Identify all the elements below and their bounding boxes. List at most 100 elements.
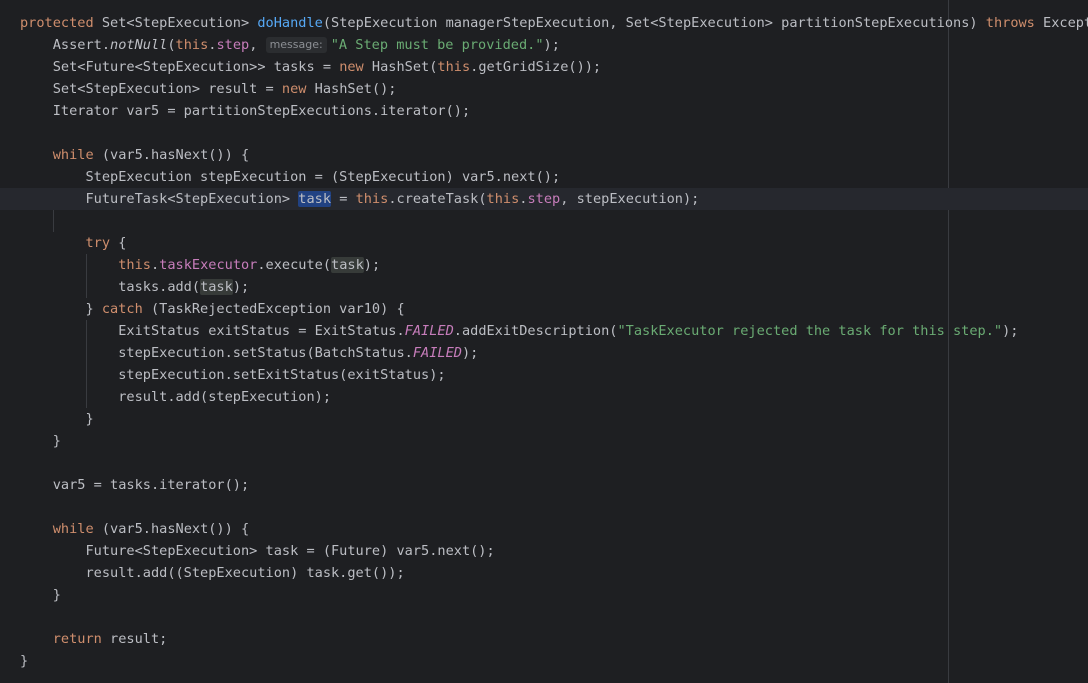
code-line-25[interactable]: Future<StepExecution> task = (Future) va… <box>0 540 1088 562</box>
code-text: Assert. <box>20 37 111 53</box>
code-line-11[interactable]: try { <box>0 232 1088 254</box>
code-text: Iterator var5 = partitionStepExecutions.… <box>20 103 471 119</box>
code-line-26[interactable]: result.add((StepExecution) task.get()); <box>0 562 1088 584</box>
code-text: tasks.add( <box>20 279 201 295</box>
field-step: step <box>216 37 250 53</box>
static-field-FAILED: FAILED <box>404 323 454 339</box>
keyword-new: new <box>281 81 307 97</box>
code-text: ); <box>461 345 479 361</box>
code-line-16[interactable]: stepExecution.setStatus(BatchStatus.FAIL… <box>0 342 1088 364</box>
code-line-9-current[interactable]: FutureTask<StepExecution> task = this.cr… <box>0 188 1088 210</box>
keyword-catch: catch <box>101 301 143 317</box>
code-text: result.add(stepExecution); <box>20 389 331 405</box>
method-notNull: notNull <box>110 37 168 53</box>
static-field-FAILED: FAILED <box>412 345 462 361</box>
code-line-1[interactable]: protected Set<StepExecution> doHandle(St… <box>0 12 1088 34</box>
keyword-while: while <box>52 147 94 163</box>
code-text: { <box>110 235 127 251</box>
code-line-21[interactable] <box>0 452 1088 474</box>
code-line-27[interactable]: } <box>0 584 1088 606</box>
code-line-23[interactable] <box>0 496 1088 518</box>
code-line-12[interactable]: this.taskExecutor.execute(task); <box>0 254 1088 276</box>
code-text: , stepExecution); <box>560 191 700 207</box>
indent-guide <box>86 254 87 276</box>
code-line-10[interactable] <box>0 210 1088 232</box>
code-text: result; <box>101 631 168 647</box>
code-text: Set<StepExecution> <box>93 15 258 31</box>
usage-highlight-task: task <box>331 257 364 273</box>
code-line-28[interactable] <box>0 606 1088 628</box>
keyword-try: try <box>85 235 111 251</box>
method-name-doHandle[interactable]: doHandle <box>257 15 322 31</box>
keyword-new: new <box>339 59 364 75</box>
code-editor[interactable]: protected Set<StepExecution> doHandle(St… <box>0 0 1088 683</box>
code-line-18[interactable]: result.add(stepExecution); <box>0 386 1088 408</box>
indent-guide <box>86 276 87 298</box>
code-text: HashSet( <box>363 59 438 75</box>
code-text: (StepExecution managerStepExecution, Set… <box>322 15 986 31</box>
code-line-5[interactable]: Iterator var5 = partitionStepExecutions.… <box>0 100 1088 122</box>
keyword-this: this <box>486 191 520 207</box>
code-text: ( <box>167 37 176 53</box>
code-text: StepExecution stepExecution = (StepExecu… <box>20 169 561 185</box>
code-text: } <box>20 411 94 427</box>
code-text: result.add((StepExecution) task.get()); <box>20 565 405 581</box>
keyword-return: return <box>52 631 102 647</box>
code-line-6[interactable] <box>0 122 1088 144</box>
code-line-17[interactable]: stepExecution.setExitStatus(exitStatus); <box>0 364 1088 386</box>
code-line-30[interactable]: } <box>0 650 1088 672</box>
field-taskExecutor: taskExecutor <box>159 257 258 273</box>
field-step: step <box>527 191 561 207</box>
code-line-8[interactable]: StepExecution stepExecution = (StepExecu… <box>0 166 1088 188</box>
keyword-protected: protected <box>20 15 94 31</box>
code-text: (var5.hasNext()) { <box>93 521 250 537</box>
code-text: } <box>20 653 29 669</box>
code-text: ); <box>1002 323 1019 339</box>
code-text: ); <box>363 257 381 273</box>
string-literal: "TaskExecutor rejected the task for this… <box>617 323 1003 339</box>
code-text: .addExitDescription( <box>453 323 618 339</box>
code-text: (TaskRejectedException var10) { <box>142 301 405 317</box>
code-line-7[interactable]: while (var5.hasNext()) { <box>0 144 1088 166</box>
usage-highlight-task: task <box>200 279 233 295</box>
code-text: HashSet(); <box>306 81 397 97</box>
keyword-this: this <box>118 257 151 273</box>
code-line-4[interactable]: Set<StepExecution> result = new HashSet(… <box>0 78 1088 100</box>
keyword-this: this <box>437 59 471 75</box>
code-text: FutureTask<StepExecution> <box>20 191 299 207</box>
code-text: } <box>20 433 61 449</box>
code-line-24[interactable]: while (var5.hasNext()) { <box>0 518 1088 540</box>
selected-identifier-task[interactable]: task <box>298 191 332 207</box>
code-text: Set<StepExecution> result = <box>20 81 282 97</box>
code-text: = <box>331 191 356 207</box>
code-text: var5 = tasks.iterator(); <box>20 477 250 493</box>
code-area[interactable]: protected Set<StepExecution> doHandle(St… <box>0 12 1088 672</box>
code-text: Set<Future<StepExecution>> tasks = <box>20 59 340 75</box>
code-text: , <box>249 37 266 53</box>
code-line-13[interactable]: tasks.add(task); <box>0 276 1088 298</box>
code-text: stepExecution.setStatus(BatchStatus. <box>20 345 413 361</box>
code-line-19[interactable]: } <box>0 408 1088 430</box>
code-line-15[interactable]: ExitStatus exitStatus = ExitStatus.FAILE… <box>0 320 1088 342</box>
keyword-while: while <box>52 521 94 537</box>
code-text: .getGridSize()); <box>470 59 602 75</box>
code-line-3[interactable]: Set<Future<StepExecution>> tasks = new H… <box>0 56 1088 78</box>
code-line-2[interactable]: Assert.notNull(this.step, message: "A Ste… <box>0 34 1088 56</box>
code-line-22[interactable]: var5 = tasks.iterator(); <box>0 474 1088 496</box>
code-text: ); <box>232 279 250 295</box>
code-text: Future<StepExecution> task = (Future) va… <box>20 543 495 559</box>
code-line-20[interactable]: } <box>0 430 1088 452</box>
indent-guide <box>86 386 87 408</box>
code-line-14[interactable]: } catch (TaskRejectedException var10) { <box>0 298 1088 320</box>
indent-guide <box>86 364 87 386</box>
string-literal: "A Step must be provided." <box>330 37 544 53</box>
keyword-this: this <box>355 191 389 207</box>
code-text: .createTask( <box>388 191 487 207</box>
code-line-29[interactable]: return result; <box>0 628 1088 650</box>
code-text: stepExecution.setExitStatus(exitStatus); <box>20 367 446 383</box>
code-text: } <box>20 301 102 317</box>
keyword-throws: throws <box>985 15 1035 31</box>
